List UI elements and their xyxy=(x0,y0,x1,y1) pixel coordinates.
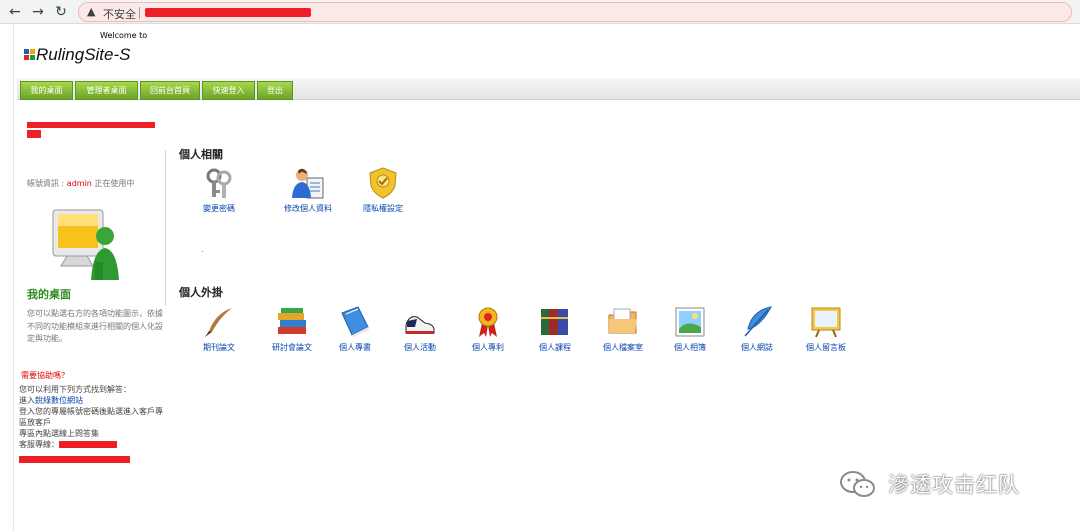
help-line-4: 專區內點選線上問答集 xyxy=(19,429,99,438)
reload-icon[interactable]: ↻ xyxy=(52,3,70,21)
item-label: 個人相簿 xyxy=(674,343,706,352)
item-label: 個人活動 xyxy=(404,343,436,352)
desk-description: 您可以點選右方的各項功能圖示，依據不同的功能模組來進行相關的個人化設定與功能。 xyxy=(27,309,163,343)
redaction-bar xyxy=(27,122,155,128)
item-label: 期刊論文 xyxy=(203,343,235,352)
section-title-personal: 個人相關 xyxy=(179,148,223,161)
tab-logout[interactable]: 登出 xyxy=(257,81,293,100)
blue-book-icon xyxy=(341,306,369,337)
back-icon[interactable]: ← xyxy=(6,3,24,21)
item-label: 研討會論文 xyxy=(272,343,312,352)
browser-toolbar: ← → ↻ ▲ 不安全 xyxy=(0,0,1080,24)
help-hotline-label: 客服專線： xyxy=(19,440,59,449)
address-bar[interactable]: ▲ 不安全 xyxy=(78,2,1072,22)
item-personal-activities[interactable]: 個人活動 xyxy=(388,305,452,353)
item-edit-profile[interactable]: 修改個人資料 xyxy=(276,166,340,214)
section-title-plugins: 個人外掛 xyxy=(179,286,223,299)
item-personal-archive[interactable]: 個人檔案室 xyxy=(591,305,655,353)
item-label: 個人檔案室 xyxy=(603,343,643,352)
tab-front-home[interactable]: 回前台首頁 xyxy=(140,81,200,100)
account-suffix: 正在使用中 xyxy=(94,179,135,188)
help-line-2: 進入銳綠數位網站 xyxy=(19,395,169,406)
account-prefix: 帳號資訊 : xyxy=(27,179,65,188)
photo-icon xyxy=(675,307,705,337)
wechat-icon xyxy=(840,471,875,497)
item-label: 個人專利 xyxy=(472,343,504,352)
redaction-bar xyxy=(19,456,130,463)
help-line-2-prefix: 進入 xyxy=(19,396,35,405)
desk-title: 我的桌面 xyxy=(27,288,71,301)
item-personal-blog[interactable]: 個人網誌 xyxy=(725,305,789,353)
books-icon xyxy=(541,309,568,335)
item-personal-album[interactable]: 個人相簿 xyxy=(658,305,722,353)
separator-dot xyxy=(202,251,203,252)
item-label: 個人專書 xyxy=(339,343,371,352)
nav-bar: 我的桌面 管理者桌面 回前台首頁 快速登入 登出 xyxy=(17,78,1080,100)
url-redaction xyxy=(145,8,311,17)
help-text: 您可以利用下列方式找到解答： 進入銳綠數位網站 登入您的專屬帳號密碼後點選進入客… xyxy=(19,384,169,450)
address-separator xyxy=(139,7,140,19)
item-label: 隱私權設定 xyxy=(363,204,403,213)
item-conference-papers[interactable]: 研討會論文 xyxy=(260,305,324,353)
feather-icon xyxy=(744,306,772,337)
item-personal-books[interactable]: 個人專書 xyxy=(323,305,387,353)
redaction-bar xyxy=(59,441,117,448)
security-label: 不安全 xyxy=(103,8,136,21)
site-page: Welcome to RulingSite-S 我的桌面 管理者桌面 回前台首頁… xyxy=(13,24,1080,531)
tab-quick-login[interactable]: 快速登入 xyxy=(202,81,255,100)
help-title: 需要協助嗎？ xyxy=(21,371,69,380)
account-info: 帳號資訊 : admin 正在使用中 xyxy=(27,178,134,189)
help-site-link[interactable]: 銳綠數位網站 xyxy=(35,396,83,405)
message-board-icon xyxy=(811,307,841,338)
tab-my-desktop[interactable]: 我的桌面 xyxy=(20,81,73,100)
book-stack-icon xyxy=(278,308,306,334)
sidebar-divider xyxy=(165,150,166,306)
help-line-3: 登入您的專屬帳號密碼後點選進入客戶專區放客戶 xyxy=(19,407,163,427)
warning-icon: ▲ xyxy=(87,5,96,18)
screen: ← → ↻ ▲ 不安全 Welcome to RulingSite-S 我的桌面… xyxy=(0,0,1080,531)
tab-admin-desktop[interactable]: 管理者桌面 xyxy=(75,81,138,100)
folder-icon xyxy=(608,308,637,334)
item-label: 個人網誌 xyxy=(741,343,773,352)
item-change-password[interactable]: 變更密碼 xyxy=(187,166,251,214)
item-personal-courses[interactable]: 個人課程 xyxy=(523,305,587,353)
help-line-5: 客服專線： xyxy=(19,439,169,450)
sneaker-icon xyxy=(405,316,435,334)
account-user: admin xyxy=(66,179,92,188)
welcome-text: Welcome to xyxy=(100,31,148,40)
quill-pen-icon xyxy=(205,308,232,337)
logo-text[interactable]: RulingSite-S xyxy=(36,45,131,65)
item-label: 修改個人資料 xyxy=(284,204,332,213)
item-privacy-settings[interactable]: 隱私權設定 xyxy=(351,166,415,214)
redaction-bar xyxy=(27,130,41,138)
item-label: 變更密碼 xyxy=(203,204,235,213)
profile-icon xyxy=(292,168,324,199)
keys-icon xyxy=(206,168,232,198)
item-label: 個人課程 xyxy=(539,343,571,352)
privacy-shield-icon xyxy=(369,167,397,199)
item-journal-papers[interactable]: 期刊論文 xyxy=(187,305,251,353)
help-line-1: 您可以利用下列方式找到解答： xyxy=(19,385,131,394)
item-personal-message-board[interactable]: 個人留言板 xyxy=(794,305,858,353)
watermark-text: 滲透攻击红队 xyxy=(888,473,1020,497)
desktop-user-icon xyxy=(52,209,119,280)
item-label: 個人留言板 xyxy=(806,343,846,352)
item-personal-patents[interactable]: 個人專利 xyxy=(456,305,520,353)
forward-icon[interactable]: → xyxy=(29,3,47,21)
award-ribbon-icon xyxy=(478,307,498,337)
